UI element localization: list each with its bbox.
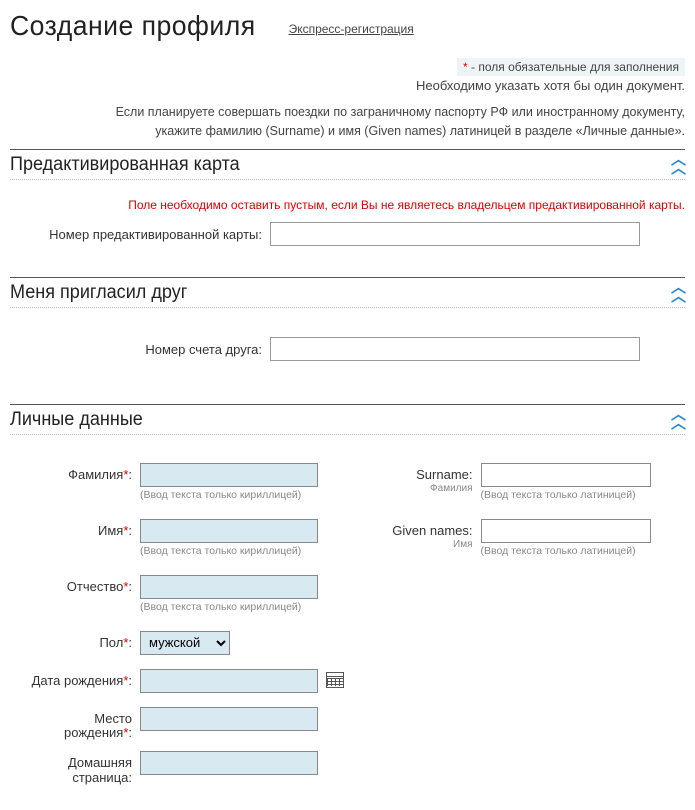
calendar-icon[interactable] [326, 672, 344, 688]
patronymic-label: Отчество*: [10, 575, 140, 595]
homepage-label: Домашняястраница: [10, 751, 140, 786]
preactivated-card-label: Номер предактивированной карты: [10, 222, 270, 243]
surname-en-hint: (Ввод текста только латиницей) [481, 489, 651, 501]
friend-account-label: Номер счета друга: [10, 337, 270, 358]
collapse-icon[interactable]: ︿︿ [671, 284, 685, 301]
collapse-icon[interactable]: ︿︿ [671, 411, 685, 428]
given-names-label: Given names: Имя [351, 519, 481, 551]
given-names-hint: (Ввод текста только латиницей) [481, 545, 651, 557]
page-title: Создание профиля [10, 10, 256, 42]
preactivated-hint: Поле необходимо оставить пустым, если Вы… [10, 198, 685, 212]
patronymic-input[interactable] [140, 575, 318, 599]
latin-input-note: Если планируете совершать поездки по заг… [10, 103, 685, 141]
preactivated-card-input[interactable] [270, 222, 640, 246]
collapse-icon[interactable]: ︿︿ [671, 156, 685, 173]
section-header-friend: Меня пригласил друг ︿︿ [10, 277, 685, 308]
surname-input[interactable] [140, 463, 318, 487]
patronymic-hint: (Ввод текста только кириллицей) [140, 601, 318, 613]
dob-input[interactable] [140, 669, 318, 693]
gender-label: Пол*: [10, 631, 140, 651]
friend-account-input[interactable] [270, 337, 640, 361]
gender-select[interactable]: мужской [140, 631, 230, 655]
document-required-note: Необходимо указать хотя бы один документ… [10, 78, 685, 93]
pob-label: Месторождения*: [10, 707, 140, 742]
surname-hint: (Ввод текста только кириллицей) [140, 489, 318, 501]
name-input[interactable] [140, 519, 318, 543]
name-label: Имя*: [10, 519, 140, 539]
dob-label: Дата рождения*: [10, 669, 140, 689]
pob-input[interactable] [140, 707, 318, 731]
surname-label: Фамилия*: [10, 463, 140, 483]
surname-en-label: Surname: Фамилия [351, 463, 481, 495]
surname-en-input[interactable] [481, 463, 651, 487]
express-registration-link[interactable]: Экспресс-регистрация [289, 22, 414, 36]
given-names-input[interactable] [481, 519, 651, 543]
section-header-personal: Личные данные ︿︿ [10, 404, 685, 435]
section-header-preactivated: Предактивированная карта ︿︿ [10, 149, 685, 180]
required-fields-note: * - поля обязательные для заполнения [10, 60, 685, 74]
name-hint: (Ввод текста только кириллицей) [140, 545, 318, 557]
